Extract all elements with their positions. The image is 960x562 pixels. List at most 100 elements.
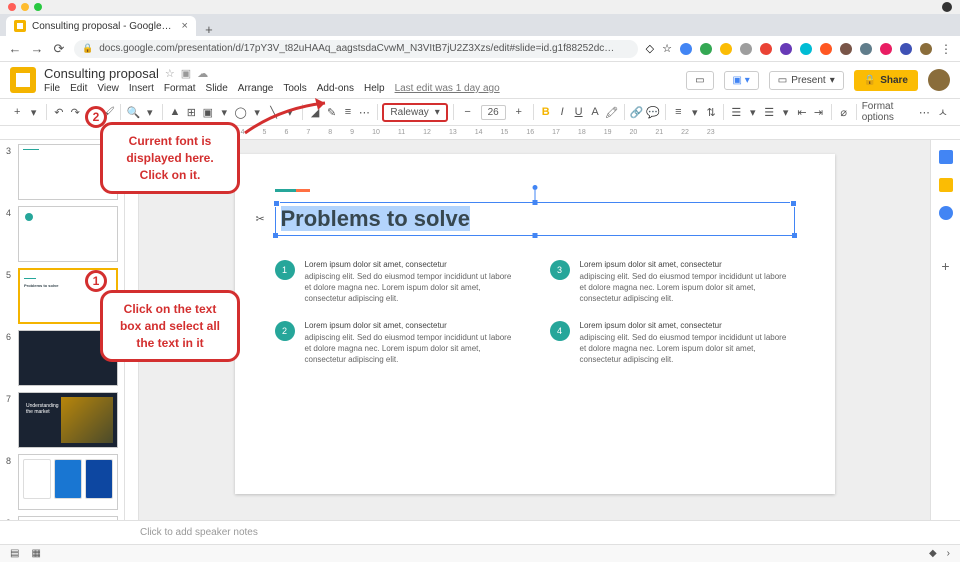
line-spacing-button[interactable]: ⇅ <box>704 103 718 121</box>
extension-icon[interactable] <box>680 43 692 55</box>
slide[interactable]: ✂ Problems to solve 1Lorem ipsum dolor s… <box>235 154 835 494</box>
menu-file[interactable]: File <box>44 83 60 94</box>
border-weight-button[interactable]: ≡ <box>341 103 355 121</box>
menu-slide[interactable]: Slide <box>206 83 228 94</box>
highlight-color-button[interactable]: 🖍 <box>604 103 618 121</box>
slide-thumbnail[interactable]: Understanding the market <box>18 392 118 448</box>
document-title[interactable]: Consulting proposal <box>44 66 159 81</box>
close-window-icon[interactable] <box>8 3 16 11</box>
slide-canvas-area[interactable]: ✂ Problems to solve 1Lorem ipsum dolor s… <box>139 140 930 520</box>
last-edit-link[interactable]: Last edit was 1 day ago <box>395 83 500 94</box>
chevron-down-icon[interactable]: ▾ <box>778 103 792 121</box>
maximize-window-icon[interactable] <box>34 3 42 11</box>
numbered-list-button[interactable]: ☰ <box>729 103 743 121</box>
profile-avatar-icon[interactable] <box>920 43 932 55</box>
present-button[interactable]: ▭ Present ▾ <box>769 71 844 90</box>
scissor-icon[interactable]: ✂ <box>256 213 265 226</box>
keep-icon[interactable] <box>939 178 953 192</box>
redo-button[interactable]: ↷ <box>68 103 82 121</box>
content-item[interactable]: 1Lorem ipsum dolor sit amet, consectetur… <box>275 260 520 305</box>
comments-button[interactable]: ▭ <box>686 71 713 90</box>
bulleted-list-button[interactable]: ☰ <box>762 103 776 121</box>
slide-thumbnail[interactable] <box>18 516 118 520</box>
move-document-icon[interactable]: ▣ <box>181 67 191 80</box>
qr-icon[interactable]: ◇ <box>646 42 654 55</box>
rotate-handle[interactable] <box>532 185 537 190</box>
decrease-font-button[interactable]: − <box>459 103 477 121</box>
slides-logo-icon[interactable] <box>10 67 36 93</box>
slide-thumbnail[interactable] <box>18 206 118 262</box>
increase-indent-button[interactable]: ⇥ <box>811 103 825 121</box>
zoom-button[interactable]: 🔍 <box>126 103 140 121</box>
menu-tools[interactable]: Tools <box>283 83 306 94</box>
decrease-indent-button[interactable]: ⇤ <box>795 103 809 121</box>
slide-thumbnail[interactable] <box>18 454 118 510</box>
menu-arrange[interactable]: Arrange <box>238 83 274 94</box>
reload-button[interactable]: ⟳ <box>52 42 66 56</box>
slideshow-dropdown[interactable]: ▣ ▾ <box>724 71 759 90</box>
chevron-down-icon[interactable]: ▾ <box>26 103 40 121</box>
slide-body[interactable]: 1Lorem ipsum dolor sit amet, consectetur… <box>275 260 795 365</box>
collapse-toolbar-button[interactable]: ㅅ <box>936 103 950 121</box>
extension-icon[interactable] <box>840 43 852 55</box>
bold-button[interactable]: B <box>539 103 553 121</box>
border-dash-button[interactable]: ⋯ <box>357 103 371 121</box>
minimize-window-icon[interactable] <box>21 3 29 11</box>
select-tool[interactable]: ▲ <box>168 103 182 121</box>
resize-handle[interactable] <box>532 233 537 238</box>
back-button[interactable]: ← <box>8 42 22 56</box>
cloud-status-icon[interactable]: ☁ <box>197 67 208 80</box>
resize-handle[interactable] <box>792 233 797 238</box>
resize-handle[interactable] <box>273 233 278 238</box>
filmstrip-view-icon[interactable]: ▤ <box>10 548 19 559</box>
speaker-notes-area[interactable]: Click to add speaker notes <box>0 520 960 544</box>
browser-menu-icon[interactable]: ⋮ <box>940 42 952 56</box>
format-options-button[interactable]: Format options <box>862 101 915 123</box>
content-item[interactable]: 3Lorem ipsum dolor sit amet, consectetur… <box>550 260 795 305</box>
align-button[interactable]: ≡ <box>671 103 685 121</box>
undo-button[interactable]: ↶ <box>52 103 66 121</box>
title-text-box[interactable]: ✂ Problems to solve <box>275 202 795 236</box>
underline-button[interactable]: U <box>571 103 585 121</box>
extension-icon[interactable] <box>820 43 832 55</box>
new-tab-button[interactable]: + <box>202 22 216 36</box>
menu-insert[interactable]: Insert <box>129 83 154 94</box>
extension-icon[interactable] <box>800 43 812 55</box>
calendar-icon[interactable] <box>939 150 953 164</box>
star-document-icon[interactable]: ☆ <box>165 67 175 80</box>
font-selector[interactable]: Raleway ▾ <box>382 103 447 122</box>
add-addon-icon[interactable]: + <box>941 258 949 274</box>
expand-panel-icon[interactable]: › <box>947 548 950 559</box>
menu-help[interactable]: Help <box>364 83 385 94</box>
chevron-down-icon[interactable]: ▾ <box>143 103 157 121</box>
new-slide-button[interactable]: + <box>10 103 24 121</box>
menu-edit[interactable]: Edit <box>70 83 87 94</box>
extension-icon[interactable] <box>740 43 752 55</box>
share-button[interactable]: 🔒 Share <box>854 70 918 91</box>
chevron-down-icon[interactable]: ▾ <box>688 103 702 121</box>
extension-icon[interactable] <box>900 43 912 55</box>
image-tool[interactable]: ▣ <box>201 103 215 121</box>
extension-icon[interactable] <box>880 43 892 55</box>
menu-view[interactable]: View <box>97 83 119 94</box>
menu-addons[interactable]: Add-ons <box>317 83 354 94</box>
content-item[interactable]: 2Lorem ipsum dolor sit amet, consectetur… <box>275 321 520 366</box>
clear-formatting-button[interactable]: ⌀ <box>836 103 850 121</box>
italic-button[interactable]: I <box>555 103 569 121</box>
grid-view-icon[interactable]: ▦ <box>31 548 40 559</box>
account-avatar[interactable] <box>928 69 950 91</box>
star-icon[interactable]: ☆ <box>662 42 672 55</box>
textbox-tool[interactable]: ⊞ <box>184 103 198 121</box>
increase-font-button[interactable]: + <box>510 103 528 121</box>
font-size-input[interactable]: 26 <box>481 105 506 120</box>
menu-format[interactable]: Format <box>164 83 196 94</box>
url-input[interactable]: 🔒 docs.google.com/presentation/d/17pY3V_… <box>74 40 638 58</box>
slide-title-text[interactable]: Problems to solve <box>281 206 471 231</box>
more-tools-button[interactable]: ⋯ <box>917 103 931 121</box>
content-item[interactable]: 4Lorem ipsum dolor sit amet, consectetur… <box>550 321 795 366</box>
chevron-down-icon[interactable]: ▾ <box>746 103 760 121</box>
browser-tab[interactable]: Consulting proposal - Google… × <box>6 16 196 36</box>
menu-dot-icon[interactable] <box>942 2 952 12</box>
tasks-icon[interactable] <box>939 206 953 220</box>
resize-handle[interactable] <box>532 200 537 205</box>
